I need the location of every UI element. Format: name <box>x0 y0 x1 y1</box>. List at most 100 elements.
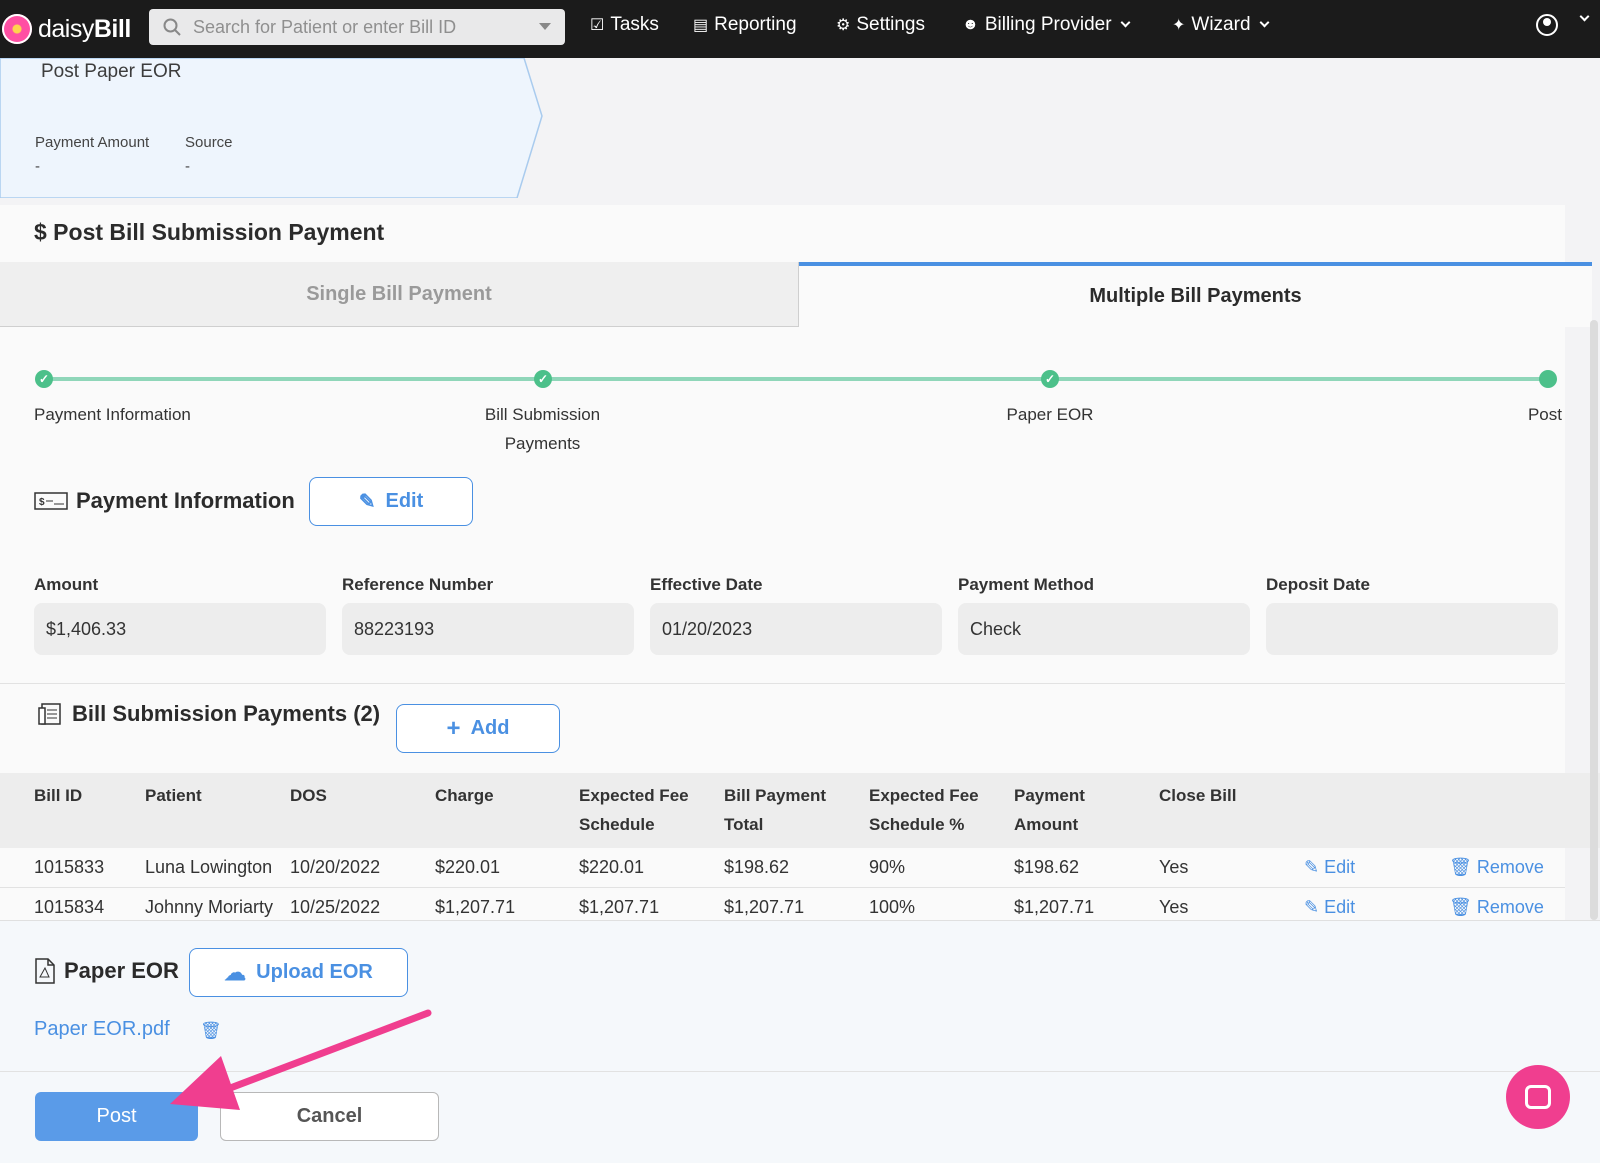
gear-icon: ⚙ <box>836 17 851 34</box>
row-remove-link[interactable]: 🗑 Remove <box>1449 857 1544 878</box>
reference-number-field: 88223193 <box>342 603 634 655</box>
tab-single-bill-payment[interactable]: Single Bill Payment <box>0 262 799 327</box>
edit-payment-button[interactable]: ✎ Edit <box>309 477 473 526</box>
daisybill-logo[interactable]: daisyBill <box>2 14 142 44</box>
trash-icon[interactable]: 🗑 <box>200 1021 222 1041</box>
paper-eor-heading: Paper EOR <box>34 958 179 984</box>
search-icon <box>163 18 181 36</box>
reference-number-label: Reference Number <box>342 575 494 594</box>
step-label: Post <box>1527 405 1562 424</box>
patient-search-box[interactable] <box>149 9 565 45</box>
bar-chart-icon: ▤ <box>693 17 709 34</box>
payment-method-field: Check <box>958 603 1250 655</box>
bill-submission-payments-title: Bill Submission Payments (2) <box>72 701 381 726</box>
col-bill-payment-total: Bill Payment Total <box>724 786 827 834</box>
row-remove-link[interactable]: 🗑 Remove <box>1449 897 1544 918</box>
nav-tasks[interactable]: ☑ Tasks <box>590 14 659 36</box>
cell-expected-fee: $220.01 <box>579 857 645 877</box>
divider <box>0 1071 1600 1072</box>
payment-information-title: Payment Information <box>76 488 295 513</box>
col-expected-fee-schedule: Expected Fee Schedule <box>579 786 689 834</box>
cancel-button[interactable]: Cancel <box>220 1092 439 1141</box>
col-bill-id: Bill ID <box>34 786 83 805</box>
scrollbar[interactable] <box>1590 320 1598 920</box>
paper-eor-panel: Paper EOR ☁ Upload EOR Paper EOR.pdf 🗑 P… <box>0 920 1600 1163</box>
col-patient: Patient <box>145 786 202 805</box>
clipboard-check-icon: ☑ <box>590 17 605 34</box>
step-current-dot <box>1539 370 1557 388</box>
cloud-upload-icon: ☁ <box>224 959 247 985</box>
pdf-file-icon <box>35 958 55 984</box>
chevron-down-icon <box>1259 17 1269 28</box>
nav-tasks-label: Tasks <box>610 14 659 35</box>
upload-eor-label: Upload EOR <box>256 961 373 983</box>
eor-file-link[interactable]: Paper EOR.pdf <box>34 1018 170 1041</box>
trash-icon: 🗑 <box>1449 897 1472 917</box>
bill-submission-payments-heading: Bill Submission Payments (2) <box>38 701 380 727</box>
trash-icon: 🗑 <box>1449 857 1472 877</box>
plus-icon: + <box>446 714 461 742</box>
col-dos: DOS <box>290 786 327 805</box>
tab-multiple-bill-payments[interactable]: Multiple Bill Payments <box>799 262 1592 327</box>
cell-payment-amount: $198.62 <box>1014 857 1080 877</box>
payment-method-label: Payment Method <box>958 575 1095 594</box>
cell-close-bill: Yes <box>1159 857 1189 877</box>
top-navbar: daisyBill ☑ Tasks ▤ Reporting ⚙ Settings… <box>0 0 1600 58</box>
col-payment-amount: Payment Amount <box>1014 786 1085 834</box>
cell-charge: $220.01 <box>435 857 501 877</box>
upload-eor-button[interactable]: ☁ Upload EOR <box>189 948 408 997</box>
eor-banner: Post Paper EOR Payment Amount - Source - <box>0 58 1600 203</box>
user-account-icon[interactable] <box>1536 14 1558 36</box>
cell-expected-pct: 90% <box>869 857 906 877</box>
row-edit-label: Edit <box>1324 897 1356 917</box>
nav-settings[interactable]: ⚙ Settings <box>836 14 925 36</box>
pencil-icon: ✎ <box>358 491 376 513</box>
edit-payment-label: Edit <box>385 490 424 512</box>
nav-settings-label: Settings <box>856 14 925 35</box>
nav-wizard[interactable]: ✦ Wizard <box>1172 14 1269 36</box>
chevron-down-icon[interactable] <box>1579 11 1590 22</box>
users-icon: ☻ <box>962 16 979 33</box>
divider <box>0 683 1565 684</box>
daisy-flower-icon <box>2 14 32 44</box>
add-bill-payment-label: Add <box>470 717 510 739</box>
table-row: 1015833 Luna Lowington 10/20/2022 $220.0… <box>0 848 1565 888</box>
cell-close-bill: Yes <box>1159 897 1189 917</box>
source-label: Source <box>185 134 233 151</box>
row-edit-link[interactable]: ✎ Edit <box>1304 897 1355 918</box>
svg-text:$: $ <box>39 497 45 508</box>
amount-label: Amount <box>34 575 99 594</box>
money-bill-icon: $ <box>34 492 68 510</box>
progress-stepper: ✓ ✓ ✓ Payment Information Bill Submissio… <box>0 370 1565 460</box>
nav-billing-provider[interactable]: ☻ Billing Provider <box>962 14 1131 36</box>
deposit-date-field <box>1266 603 1558 655</box>
nav-reporting[interactable]: ▤ Reporting <box>693 14 797 36</box>
nav-billing-provider-label: Billing Provider <box>984 14 1112 35</box>
payment-amount-label: Payment Amount <box>35 134 150 151</box>
row-edit-link[interactable]: ✎ Edit <box>1304 857 1355 878</box>
cell-charge: $1,207.71 <box>435 897 516 917</box>
post-button[interactable]: Post <box>35 1092 198 1141</box>
search-input[interactable] <box>193 16 523 38</box>
col-expected-fee-schedule-pct: Expected Fee Schedule % <box>869 786 979 834</box>
add-bill-payment-button[interactable]: + Add <box>396 704 560 753</box>
step-check-icon: ✓ <box>35 370 53 388</box>
step-check-icon: ✓ <box>534 370 552 388</box>
payment-information-heading: $ Payment Information <box>34 488 295 514</box>
edit-icon: ✎ <box>1304 857 1320 877</box>
chat-support-button[interactable] <box>1506 1065 1570 1129</box>
row-remove-label: Remove <box>1476 857 1544 877</box>
cell-expected-fee: $1,207.71 <box>579 897 660 917</box>
chat-icon <box>1525 1085 1551 1109</box>
brand-name: daisyBill <box>38 14 131 43</box>
deposit-date-label: Deposit Date <box>1266 575 1370 594</box>
cell-dos: 10/20/2022 <box>290 857 381 877</box>
row-remove-label: Remove <box>1476 897 1544 917</box>
chevron-down-icon[interactable] <box>539 23 551 30</box>
step-label: Paper EOR <box>1006 405 1094 424</box>
effective-date-label: Effective Date <box>650 575 763 594</box>
step-check-icon: ✓ <box>1041 370 1059 388</box>
nav-wizard-label: Wizard <box>1191 14 1251 35</box>
cell-bill-id: 1015833 <box>34 857 105 877</box>
cell-patient: Luna Lowington <box>145 857 273 877</box>
